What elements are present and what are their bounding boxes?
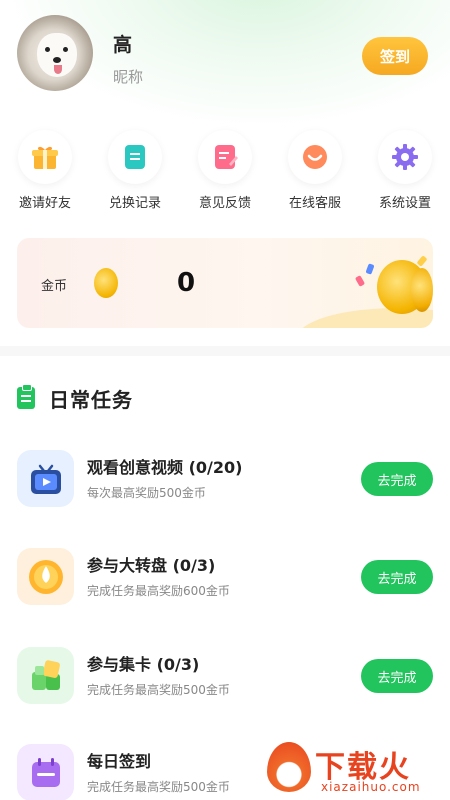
- avatar-eye-right: [63, 47, 68, 52]
- feedback-icon: [198, 130, 252, 184]
- shortcut-invite-friends[interactable]: 邀请好友: [5, 130, 85, 211]
- avatar-eye-left: [45, 47, 50, 52]
- coin-balance-card[interactable]: 金币 0: [17, 238, 433, 328]
- chat-icon: [288, 130, 342, 184]
- task-title: 参与大转盘 (0/3): [87, 556, 216, 575]
- confetti-decoration: [416, 255, 428, 267]
- avatar-nose: [53, 57, 61, 63]
- flame-icon: [267, 742, 311, 792]
- watermark-logo: 下载火 xiazaihuo.com: [265, 740, 450, 800]
- task-collect-cards: 参与集卡 (0/3) 完成任务最高奖励500金币 去完成: [0, 637, 450, 717]
- coin-label: 金币: [41, 279, 68, 294]
- task-subtitle: 完成任务最高奖励600金币: [87, 584, 230, 598]
- coin-value: 0: [177, 268, 196, 298]
- section-divider: [0, 346, 450, 356]
- task-lucky-wheel: 参与大转盘 (0/3) 完成任务最高奖励600金币 去完成: [0, 538, 450, 618]
- avatar-tongue: [54, 65, 62, 74]
- task-complete-button[interactable]: 去完成: [361, 462, 433, 496]
- shortcut-label: 兑换记录: [108, 196, 161, 211]
- task-title: 观看创意视频 (0/20): [87, 458, 243, 477]
- shortcut-label: 意见反馈: [198, 196, 251, 211]
- user-name: 高: [113, 34, 133, 56]
- task-title: 参与集卡 (0/3): [87, 655, 200, 674]
- shortcut-label: 邀请好友: [18, 196, 71, 211]
- task-complete-button[interactable]: 去完成: [361, 659, 433, 693]
- profile-header: 高 昵称 签到: [0, 0, 450, 120]
- coin-icon: [94, 268, 118, 298]
- shortcut-label: 在线客服: [288, 196, 341, 211]
- signin-button[interactable]: 签到: [362, 37, 428, 75]
- record-icon: [108, 130, 162, 184]
- tv-icon: [17, 450, 74, 507]
- avatar[interactable]: [17, 15, 93, 91]
- confetti-decoration: [365, 263, 375, 275]
- shortcut-online-service[interactable]: 在线客服: [275, 130, 355, 211]
- shortcut-exchange-records[interactable]: 兑换记录: [95, 130, 175, 211]
- task-subtitle: 每次最高奖励500金币: [87, 486, 206, 500]
- shortcut-feedback[interactable]: 意见反馈: [185, 130, 265, 211]
- task-subtitle: 完成任务最高奖励500金币: [87, 683, 230, 697]
- daily-tasks-header: 日常任务: [17, 384, 133, 412]
- shortcut-system-settings[interactable]: 系统设置: [365, 130, 445, 211]
- shortcut-row: 邀请好友 兑换记录 意见反馈 在线客服 系统设置: [0, 130, 450, 225]
- daily-tasks-title: 日常任务: [49, 387, 133, 412]
- task-subtitle: 完成任务最高奖励500金币: [87, 780, 230, 794]
- gift-icon: [18, 130, 72, 184]
- calendar-icon: [17, 744, 74, 800]
- task-complete-button[interactable]: 去完成: [361, 560, 433, 594]
- gear-icon: [378, 130, 432, 184]
- wheel-icon: [17, 548, 74, 605]
- coin-stack-icon: [411, 268, 433, 312]
- shortcut-label: 系统设置: [378, 196, 431, 211]
- confetti-decoration: [354, 275, 366, 287]
- user-nickname[interactable]: 昵称: [113, 66, 143, 87]
- task-title: 每日签到: [87, 752, 152, 771]
- task-watch-video: 观看创意视频 (0/20) 每次最高奖励500金币 去完成: [0, 440, 450, 520]
- watermark-url: xiazaihuo.com: [321, 780, 421, 794]
- clipboard-icon: [17, 384, 35, 409]
- cards-icon: [17, 647, 74, 704]
